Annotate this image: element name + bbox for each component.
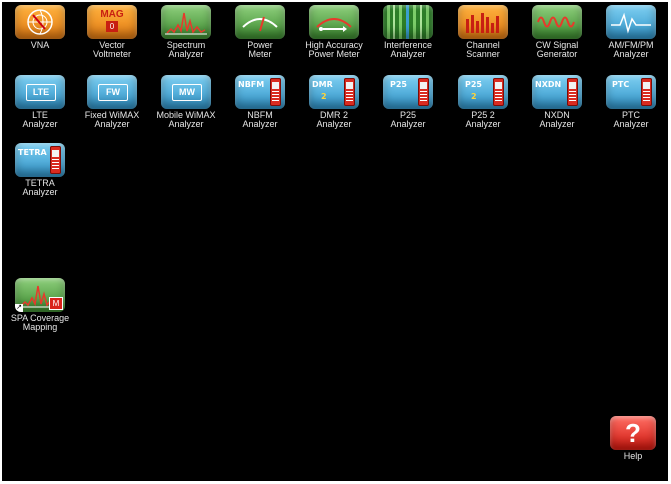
nbfm-icon: NBFM <box>235 75 285 109</box>
shortcut-arrow-icon: ↗ <box>15 304 23 312</box>
app-vector-voltmeter[interactable]: MAG 0 Vector Voltmeter <box>75 5 149 59</box>
mag-text: MAG <box>100 9 124 20</box>
app-spa-coverage-mapping[interactable]: M ↗ SPA Coverage Mapping <box>3 278 77 332</box>
radio-icon <box>50 146 61 174</box>
nxdn-analyzer-label: NXDN Analyzer <box>539 110 575 129</box>
app-fixed-wimax-analyzer[interactable]: FW Fixed WiMAX Analyzer <box>75 75 149 129</box>
radio-icon <box>270 78 281 106</box>
interference-analyzer-label: Interference Analyzer <box>383 40 433 59</box>
app-p25-analyzer[interactable]: P25 P25 Analyzer <box>371 75 445 129</box>
p25-icon: P25 <box>383 75 433 109</box>
help-button[interactable]: ? Help <box>596 416 668 461</box>
ptc-analyzer-label: PTC Analyzer <box>613 110 649 129</box>
help-question-icon: ? <box>610 416 656 450</box>
app-cw-signal-generator[interactable]: CW Signal Generator <box>520 5 594 59</box>
app-high-accuracy-power-meter[interactable]: High Accuracy Power Meter <box>297 5 371 59</box>
lte-analyzer-label: LTE Analyzer <box>22 110 58 129</box>
dmr2-icon: DMR 2 <box>309 75 359 109</box>
mw-box-text: MW <box>172 84 202 101</box>
nxdn-badge-text: NXDN <box>535 80 562 89</box>
app-tetra-analyzer[interactable]: TETRA TETRA Analyzer <box>3 143 77 197</box>
radio-icon <box>493 78 504 106</box>
am-fm-pm-analyzer-label: AM/FM/PM Analyzer <box>608 40 654 59</box>
app-am-fm-pm-analyzer[interactable]: AM/FM/PM Analyzer <box>594 5 668 59</box>
usb-power-meter-icon <box>309 5 359 39</box>
spectrum-analyzer-label: Spectrum Analyzer <box>166 40 206 59</box>
radio-icon <box>567 78 578 106</box>
dmr2-analyzer-label: DMR 2 Analyzer <box>316 110 352 129</box>
app-lte-analyzer[interactable]: LTE LTE Analyzer <box>3 75 77 129</box>
app-dmr2-analyzer[interactable]: DMR 2 DMR 2 Analyzer <box>297 75 371 129</box>
help-label: Help <box>623 451 643 461</box>
lte-icon: LTE <box>15 75 65 109</box>
tetra-badge-text: TETRA <box>18 148 47 157</box>
tetra-analyzer-label: TETRA Analyzer <box>22 178 58 197</box>
p25-analyzer-label: P25 Analyzer <box>390 110 426 129</box>
app-spectrum-analyzer[interactable]: Spectrum Analyzer <box>149 5 223 59</box>
power-meter-icon <box>235 5 285 39</box>
nxdn-icon: NXDN <box>532 75 582 109</box>
app-p25-2-analyzer[interactable]: P25 2 P25 2 Analyzer <box>446 75 520 129</box>
vector-voltmeter-icon: MAG 0 <box>87 5 137 39</box>
high-accuracy-power-meter-label: High Accuracy Power Meter <box>305 40 363 59</box>
app-launcher-screen: VNA MAG 0 Vector Voltmeter Spectrum Anal… <box>2 2 668 481</box>
fixed-wimax-icon: FW <box>87 75 137 109</box>
radio-icon <box>641 78 652 106</box>
radio-icon <box>344 78 355 106</box>
radio-icon <box>418 78 429 106</box>
mapping-badge: M <box>49 297 63 310</box>
vna-label: VNA <box>30 40 50 50</box>
vector-voltmeter-label: Vector Voltmeter <box>92 40 132 59</box>
mobile-wimax-icon: MW <box>161 75 211 109</box>
mobile-wimax-analyzer-label: Mobile WiMAX Analyzer <box>156 110 216 129</box>
ptc-icon: PTC <box>606 75 656 109</box>
channel-scanner-label: Channel Scanner <box>466 40 500 59</box>
app-mobile-wimax-analyzer[interactable]: MW Mobile WiMAX Analyzer <box>149 75 223 129</box>
app-power-meter[interactable]: Power Meter <box>223 5 297 59</box>
app-channel-scanner[interactable]: Channel Scanner <box>446 5 520 59</box>
p25-2-analyzer-label: P25 2 Analyzer <box>465 110 501 129</box>
app-interference-analyzer[interactable]: Interference Analyzer <box>371 5 445 59</box>
app-vna[interactable]: VNA <box>3 5 77 50</box>
cw-signal-icon <box>532 5 582 39</box>
power-meter-label: Power Meter <box>247 40 273 59</box>
spectrum-icon <box>161 5 211 39</box>
nbfm-analyzer-label: NBFM Analyzer <box>242 110 278 129</box>
app-ptc-analyzer[interactable]: PTC PTC Analyzer <box>594 75 668 129</box>
app-nxdn-analyzer[interactable]: NXDN NXDN Analyzer <box>520 75 594 129</box>
am-fm-pm-icon <box>606 5 656 39</box>
fixed-wimax-analyzer-label: Fixed WiMAX Analyzer <box>84 110 140 129</box>
fw-box-text: FW <box>98 84 128 101</box>
spa-coverage-icon: M ↗ <box>15 278 65 312</box>
interference-icon <box>383 5 433 39</box>
vna-icon <box>15 5 65 39</box>
spa-coverage-mapping-label: SPA Coverage Mapping <box>10 313 70 332</box>
lte-box-text: LTE <box>26 84 56 101</box>
nbfm-badge-text: NBFM <box>238 80 265 89</box>
dmr-badge-text: DMR <box>312 80 333 89</box>
mag-number: 0 <box>106 21 118 32</box>
tetra-icon: TETRA <box>15 143 65 177</box>
app-nbfm-analyzer[interactable]: NBFM NBFM Analyzer <box>223 75 297 129</box>
ptc-badge-text: PTC <box>612 80 630 89</box>
p25-2-icon: P25 2 <box>458 75 508 109</box>
channel-scanner-icon <box>458 5 508 39</box>
cw-signal-generator-label: CW Signal Generator <box>535 40 579 59</box>
